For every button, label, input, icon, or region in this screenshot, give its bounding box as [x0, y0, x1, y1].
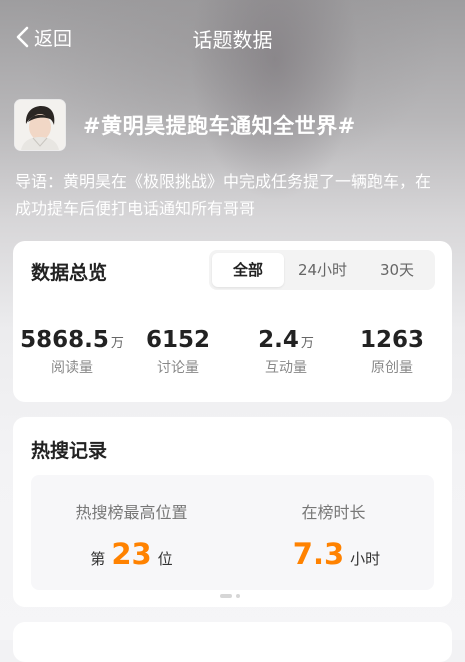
peak-rank: 热搜榜最高位置 第 23 位 — [31, 499, 232, 571]
tab-all[interactable]: 全部 — [212, 253, 284, 287]
peak-rank-label: 热搜榜最高位置 — [75, 503, 188, 522]
page-indicator — [220, 594, 240, 598]
duration-row: 7.3 小时 — [233, 537, 434, 571]
stat-reads-value-row: 5868.5 万 — [17, 327, 127, 353]
stat-reads-label: 阅读量 — [51, 360, 93, 376]
duration-label: 在榜时长 — [301, 503, 366, 522]
stat-originals: 1263 原创量 — [337, 327, 447, 377]
stat-interactions-label: 互动量 — [265, 360, 307, 376]
duration-suffix: 小时 — [350, 550, 381, 568]
overview-card: 数据总览 全部 24小时 30天 5868.5 万 阅读量 6152 讨论量 2.… — [13, 241, 452, 402]
page-title: 话题数据 — [192, 28, 273, 52]
peak-rank-value: 23 — [111, 537, 152, 571]
time-range-tabs: 全部 24小时 30天 — [209, 250, 435, 290]
duration-value: 7.3 — [292, 537, 345, 571]
stat-reads-unit: 万 — [110, 336, 124, 351]
stat-originals-value: 1263 — [359, 327, 424, 353]
peak-rank-suffix: 位 — [157, 550, 173, 568]
next-card — [13, 622, 452, 662]
stat-interactions-value: 2.4 — [258, 327, 299, 353]
top-bar: 返回 话题数据 — [0, 0, 465, 76]
page-dot-active — [220, 594, 232, 598]
stat-interactions-value-row: 2.4 万 — [231, 327, 341, 353]
topic-title: #黄明昊提跑车通知全世界# — [83, 114, 356, 138]
stat-discussions-value-row: 6152 — [123, 327, 233, 353]
stat-discussions-value: 6152 — [145, 327, 210, 353]
stat-reads-value: 5868.5 — [20, 327, 109, 353]
stat-originals-value-row: 1263 — [337, 327, 447, 353]
stat-interactions: 2.4 万 互动量 — [231, 327, 341, 377]
stat-reads: 5868.5 万 阅读量 — [17, 327, 127, 377]
page-dot — [236, 594, 240, 598]
peak-rank-prefix: 第 — [90, 550, 106, 568]
stat-discussions: 6152 讨论量 — [123, 327, 233, 377]
topic-intro: 导语：黄明昊在《极限挑战》中完成任务提了一辆跑车，在成功提车后便打电话通知所有哥… — [15, 172, 432, 218]
overview-title: 数据总览 — [31, 262, 108, 284]
tab-30d[interactable]: 30天 — [361, 250, 433, 290]
tab-24h[interactable]: 24小时 — [285, 250, 360, 290]
hot-search-panel[interactable]: 热搜榜最高位置 第 23 位 在榜时长 7.3 小时 — [31, 475, 434, 590]
stat-originals-label: 原创量 — [371, 360, 413, 376]
topic-header: #黄明昊提跑车通知全世界# — [15, 100, 356, 150]
avatar[interactable] — [15, 100, 65, 150]
avatar-image — [15, 100, 65, 150]
hot-search-title: 热搜记录 — [31, 440, 108, 462]
stat-interactions-unit: 万 — [300, 336, 314, 351]
peak-rank-row: 第 23 位 — [31, 537, 232, 571]
on-list-duration: 在榜时长 7.3 小时 — [233, 499, 434, 571]
hot-search-card: 热搜记录 热搜榜最高位置 第 23 位 在榜时长 7.3 小时 — [13, 417, 452, 607]
stat-discussions-label: 讨论量 — [157, 360, 199, 376]
